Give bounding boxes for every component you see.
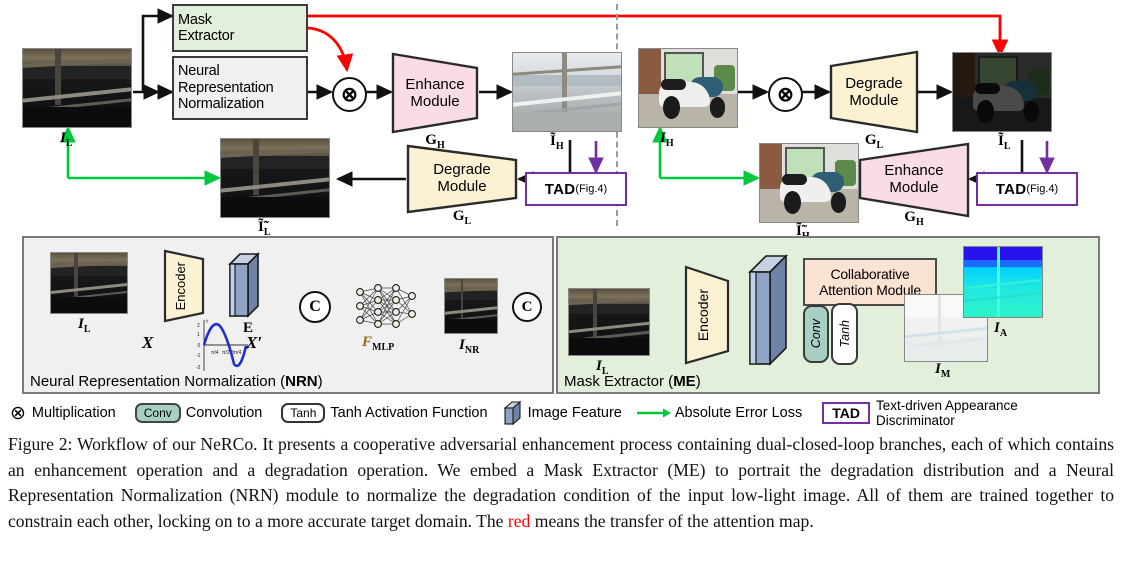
- svg-text:-2: -2: [196, 365, 201, 371]
- legend-multiplication-label: Multiplication: [31, 405, 116, 421]
- mask-extractor-box[interactable]: Mask Extractor: [172, 4, 308, 52]
- input-normal-light-label: IH: [660, 130, 674, 149]
- input-normal-light-image: [638, 48, 738, 128]
- legend-item-error-loss: Absolute Error Loss: [636, 405, 802, 421]
- conv-chip-icon: Conv: [134, 403, 181, 423]
- legend-item-tad: TAD Text-driven Appearance Discriminator: [816, 398, 1018, 428]
- legend-item-multiplication: ⊗ Multiplication: [10, 402, 116, 425]
- legend-item-tanh: Tanh Tanh Activation Function: [276, 403, 488, 423]
- svg-text:y: y: [206, 318, 209, 323]
- nrn-mlp-network: [356, 284, 416, 328]
- reconstructed-low-light-image: [220, 138, 330, 218]
- svg-text:2: 2: [197, 323, 200, 329]
- me-attention-label: IA: [994, 320, 1008, 339]
- figure-root: I LIL Mask Extractor Neural Representati…: [0, 0, 1122, 567]
- me-title-close: ): [695, 373, 701, 390]
- me-mask-label: IM: [935, 361, 951, 380]
- tad-left-ref: (Fig.4): [575, 183, 608, 195]
- nrn-concat-2-icon: C: [512, 292, 542, 322]
- me-input-label: IL: [596, 358, 609, 377]
- legend-item-convolution: Conv Convolution: [130, 403, 263, 423]
- multiply-icon-left: ⊗: [332, 77, 367, 112]
- reconstructed-normal-light-image: [759, 143, 859, 223]
- me-conv-chip[interactable]: Conv: [803, 305, 829, 363]
- nrn-sine-plot: 2 1 0 -1 -2 y π/4 π/2 3π/4 π: [196, 318, 249, 371]
- me-tanh-label: Tanh: [837, 320, 852, 348]
- nrn-box-line3: Normalization: [178, 96, 265, 113]
- me-title-plain: Mask Extractor (: [564, 373, 674, 390]
- degraded-image-right-label: ĨL: [998, 133, 1011, 152]
- tad-chip-icon: TAD: [822, 402, 870, 424]
- nrn-output-label: INR: [459, 337, 480, 356]
- nrn-concat-2-glyph: C: [521, 298, 533, 315]
- legend-tanh-label: Tanh Activation Function: [330, 405, 488, 421]
- multiply-icon: ⊗: [10, 402, 26, 424]
- legend-row: ⊗ Multiplication Conv Convolution Tanh T…: [10, 396, 1115, 430]
- nrn-title-bold: NRN: [285, 373, 318, 390]
- mask-extractor-line2: Extractor: [178, 28, 235, 44]
- nrn-x-prime-label: X′: [246, 333, 263, 352]
- legend-image-feature-label: Image Feature: [527, 405, 622, 421]
- tad-right-ref: (Fig.4): [1026, 183, 1059, 195]
- nrn-feature-slab: [228, 252, 260, 318]
- nrn-title-close: ): [317, 373, 323, 390]
- me-encoder[interactable]: Encoder: [676, 265, 730, 365]
- nrn-concat-1-glyph: C: [309, 298, 321, 315]
- degrade-module-left[interactable]: Degrade Module: [406, 142, 518, 214]
- multiply-icon-right: ⊗: [768, 77, 803, 112]
- legend-item-image-feature: Image Feature: [502, 400, 622, 426]
- me-feature-slab: [748, 254, 788, 366]
- cam-line1: Collaborative: [830, 265, 910, 282]
- figure-caption: Figure 2: Workflow of our NeRCo. It pres…: [8, 434, 1114, 531]
- enhanced-image-left-label: ĨH: [550, 133, 564, 152]
- multiply-glyph-left: ⊗: [341, 83, 358, 106]
- legend-convolution-label: Convolution: [185, 405, 263, 421]
- feature-slab-icon: [503, 400, 522, 426]
- input-low-light-image: [22, 48, 132, 128]
- enhance-module-right[interactable]: Enhance Module: [858, 140, 970, 218]
- nrn-input-label: IL: [78, 316, 91, 335]
- nrn-output-image: [444, 278, 498, 334]
- svg-text:π/2: π/2: [222, 350, 230, 356]
- degrade-module-right[interactable]: Degrade Module: [829, 50, 919, 134]
- nrn-box[interactable]: Neural Representation Normalization: [172, 56, 308, 120]
- mask-extractor-line1: Mask: [178, 11, 212, 28]
- input-low-light-label: I LIL: [60, 130, 73, 149]
- me-input-image: [568, 288, 650, 356]
- tanh-chip-icon: Tanh: [281, 403, 326, 423]
- nrn-input-image: [50, 252, 128, 314]
- tad-box-left[interactable]: TAD (Fig.4): [525, 172, 627, 206]
- me-tanh-chip[interactable]: Tanh: [831, 303, 858, 365]
- me-title-bold: ME: [673, 373, 696, 390]
- enhance-right-generator-label: GH: [904, 209, 924, 228]
- nrn-mlp-label: FMLP: [362, 334, 395, 353]
- nrn-box-line2: Representation: [178, 79, 274, 96]
- nrn-encoder[interactable]: Encoder: [155, 249, 205, 323]
- degraded-image-right: [952, 52, 1052, 132]
- me-panel-title: Mask Extractor (ME): [564, 373, 701, 390]
- multiply-glyph-right: ⊗: [777, 83, 794, 106]
- green-arrow-icon: [636, 408, 671, 418]
- me-conv-label: Conv: [809, 319, 823, 349]
- svg-text:1: 1: [197, 332, 200, 338]
- tad-left-text: TAD: [544, 180, 576, 198]
- tad-box-right[interactable]: TAD (Fig.4): [976, 172, 1078, 206]
- svg-text:0: 0: [198, 343, 201, 349]
- enhance-module-left[interactable]: Enhance Module: [391, 52, 479, 134]
- legend-tad-label-line1: Text-driven Appearance: [875, 398, 1018, 413]
- svg-text:-1: -1: [196, 353, 201, 359]
- nrn-panel-title: Neural Representation Normalization (NRN…: [30, 373, 323, 390]
- legend-error-loss-label: Absolute Error Loss: [674, 405, 803, 421]
- legend-tad-label-line2: Discriminator: [875, 413, 955, 428]
- enhanced-image-left: [512, 52, 622, 132]
- me-attention-map-image: [963, 246, 1043, 318]
- degrade-left-generator-label: GL: [452, 208, 472, 227]
- nrn-title-plain: Neural Representation Normalization (: [30, 373, 286, 390]
- nrn-x-label: X: [142, 333, 154, 352]
- nrn-box-line1: Neural: [178, 63, 220, 80]
- svg-text:π/4: π/4: [211, 350, 219, 356]
- tad-right-text: TAD: [995, 180, 1027, 198]
- nrn-concat-1-icon: C: [299, 291, 331, 323]
